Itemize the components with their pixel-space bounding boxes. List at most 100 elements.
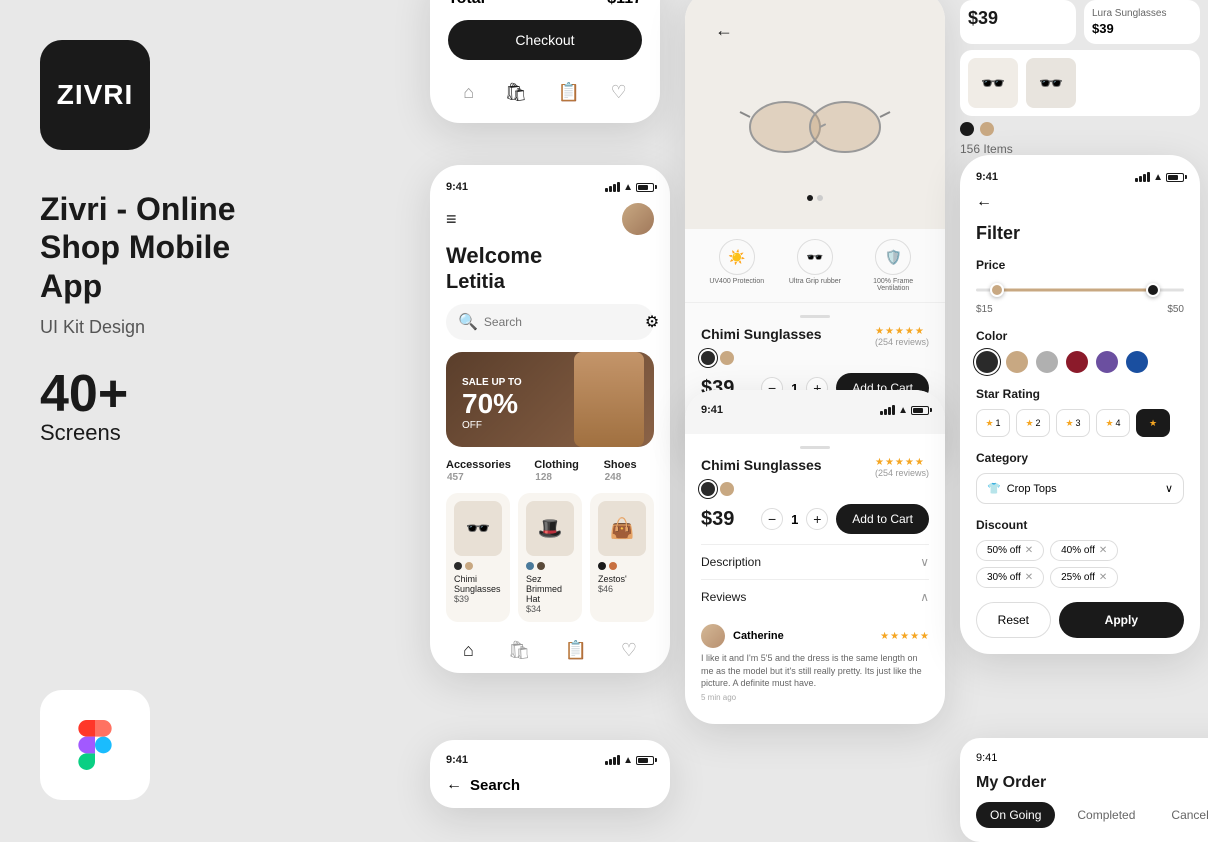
product-card-belt[interactable]: 👜 Zestos' $46 [590, 493, 654, 622]
reviews-body: Chimi Sunglasses ★ ★ ★ ★ ★ (254 reviews) [685, 434, 945, 724]
receipt-nav-icon[interactable]: 📋 [558, 82, 580, 103]
search-input[interactable] [484, 315, 639, 329]
heart-nav-icon-2[interactable]: ♡ [621, 640, 637, 661]
swatch-gray[interactable] [1036, 351, 1058, 373]
discount-25[interactable]: 25% off ✕ [1050, 567, 1118, 588]
tab-ongoing[interactable]: On Going [976, 802, 1055, 828]
menu-icon[interactable]: ≡ [446, 209, 457, 230]
reviews-count: (254 reviews) [875, 337, 929, 347]
product-title-row-2: Chimi Sunglasses ★ ★ ★ ★ ★ (254 reviews) [701, 457, 929, 478]
battery-icon [636, 183, 654, 192]
star-option-4[interactable]: ★4 [1096, 409, 1130, 437]
my-order-title: My Order [976, 774, 1208, 792]
filter-icon[interactable]: ⚙ [645, 312, 659, 332]
color-option-beige-2[interactable] [720, 482, 734, 496]
back-icon-search[interactable]: ← [446, 776, 462, 794]
star-option-5[interactable]: ★ [1136, 409, 1170, 437]
search-header: ← Search [446, 776, 654, 794]
color-option-beige[interactable] [720, 351, 734, 365]
search-title: Search [470, 777, 520, 794]
dot-2 [817, 195, 823, 201]
home-nav-icon[interactable]: ⌂ [463, 82, 474, 103]
right-product-2[interactable]: Lura Sunglasses $39 [1084, 0, 1200, 44]
phone-product-reviews: 9:41 ▲ Chimi Sunglasses ★ ★ ★ [685, 390, 945, 724]
right-product-1[interactable]: $39 [960, 0, 1076, 44]
home-nav-icon-2[interactable]: ⌂ [463, 640, 474, 661]
product-card-hat[interactable]: 🎩 Sez Brimmed Hat $34 [518, 493, 582, 622]
bottom-nav: ⌂ 🛍 📋 ♡ [448, 74, 642, 103]
apply-button[interactable]: Apply [1059, 602, 1184, 638]
sidebar: ZIVRI Zivri - Online Shop Mobile App UI … [0, 0, 280, 840]
discount-50[interactable]: 50% off ✕ [976, 540, 1044, 561]
product-title-2: Chimi Sunglasses [701, 457, 822, 473]
order-status-tabs: On Going Completed Cancelled [976, 802, 1208, 828]
qty-decrease-btn-2[interactable]: − [761, 508, 783, 530]
swatch-beige[interactable] [1006, 351, 1028, 373]
tab-cancelled[interactable]: Cancelled [1157, 802, 1208, 828]
category-label: Category [976, 451, 1184, 465]
price-max: $50 [1167, 304, 1184, 315]
cat-clothing[interactable]: Clothing 128 [534, 459, 595, 483]
bottom-nav-home: ⌂ 🛍 📋 ♡ [446, 632, 654, 661]
swatch-black[interactable] [976, 351, 998, 373]
cat-shoes[interactable]: Shoes 248 [604, 459, 654, 483]
color-swatches [976, 351, 1184, 373]
discount-30[interactable]: 30% off ✕ [976, 567, 1044, 588]
right-product-row-2: 🕶️ 🕶️ [960, 50, 1200, 116]
back-icon-filter[interactable]: ← [976, 193, 992, 211]
product-card-sunglasses[interactable]: 🕶️ Chimi Sunglasses $39 [446, 493, 510, 622]
phones-area: Total $117 Checkout ⌂ 🛍 📋 ♡ 9:41 ▲ ≡ [280, 0, 1208, 840]
status-icons-reviews: ▲ [880, 405, 929, 416]
phone-cart: Total $117 Checkout ⌂ 🛍 📋 ♡ [430, 0, 660, 123]
grip-label: Ultra Grip rubber [789, 278, 841, 285]
discount-50-remove[interactable]: ✕ [1025, 545, 1033, 556]
discount-25-remove[interactable]: ✕ [1099, 572, 1107, 583]
rp2-name: Lura Sunglasses [1092, 8, 1192, 19]
color-option-black[interactable] [701, 351, 715, 365]
signal-icon-r [880, 405, 895, 415]
phone-reviews-top: 9:41 ▲ [685, 390, 945, 434]
range-thumb-right[interactable] [1146, 283, 1160, 297]
rp2-price: $39 [1092, 21, 1192, 36]
add-to-cart-button-2[interactable]: Add to Cart [836, 504, 929, 534]
reset-button[interactable]: Reset [976, 602, 1051, 638]
discount-40-remove[interactable]: ✕ [1099, 545, 1107, 556]
user-avatar[interactable] [622, 203, 654, 235]
star-rating-2: ★ ★ ★ ★ ★ [875, 457, 929, 468]
category-select[interactable]: 👕 Crop Tops ∨ [976, 473, 1184, 504]
swatch-purple[interactable] [1096, 351, 1118, 373]
star-option-1[interactable]: ★1 [976, 409, 1010, 437]
cat-accessories[interactable]: Accessories 457 [446, 459, 526, 483]
search-bar[interactable]: 🔍 ⚙ [446, 304, 654, 340]
screens-label: Screens [40, 420, 240, 446]
range-thumb-left[interactable] [990, 283, 1004, 297]
drag-handle-2 [800, 446, 830, 449]
discount-40[interactable]: 40% off ✕ [1050, 540, 1118, 561]
qty-increase-btn-2[interactable]: + [806, 508, 828, 530]
back-button[interactable]: ← [715, 20, 733, 41]
cart-nav-icon[interactable]: 🛍 [505, 82, 528, 103]
reviewer-name: Catherine [733, 630, 784, 642]
discount-30-remove[interactable]: ✕ [1025, 572, 1033, 583]
star-option-2[interactable]: ★2 [1016, 409, 1050, 437]
grip-icon: 🕶️ [797, 239, 833, 275]
color-option-black-2[interactable] [701, 482, 715, 496]
feature-uv: ☀️ UV400 Protection [709, 239, 764, 292]
swatch-blue[interactable] [1126, 351, 1148, 373]
swatch-red[interactable] [1066, 351, 1088, 373]
total-label: Total [448, 0, 485, 8]
tab-completed[interactable]: Completed [1063, 802, 1149, 828]
star5: ★ [915, 326, 924, 337]
heart-nav-icon[interactable]: ♡ [611, 82, 627, 103]
star3: ★ [895, 326, 904, 337]
price-range-slider[interactable] [976, 280, 1184, 300]
cart-nav-icon-2[interactable]: 🛍 [508, 640, 531, 661]
checkout-button[interactable]: Checkout [448, 20, 642, 60]
product-price-3: $46 [598, 584, 646, 594]
receipt-nav-icon-2[interactable]: 📋 [565, 640, 587, 661]
color-dot-blue [526, 562, 534, 570]
reviews-accordion[interactable]: Reviews ∧ [701, 579, 929, 614]
description-accordion-2[interactable]: Description ∨ [701, 544, 929, 579]
star-option-3[interactable]: ★3 [1056, 409, 1090, 437]
color-dots-2 [526, 562, 574, 570]
